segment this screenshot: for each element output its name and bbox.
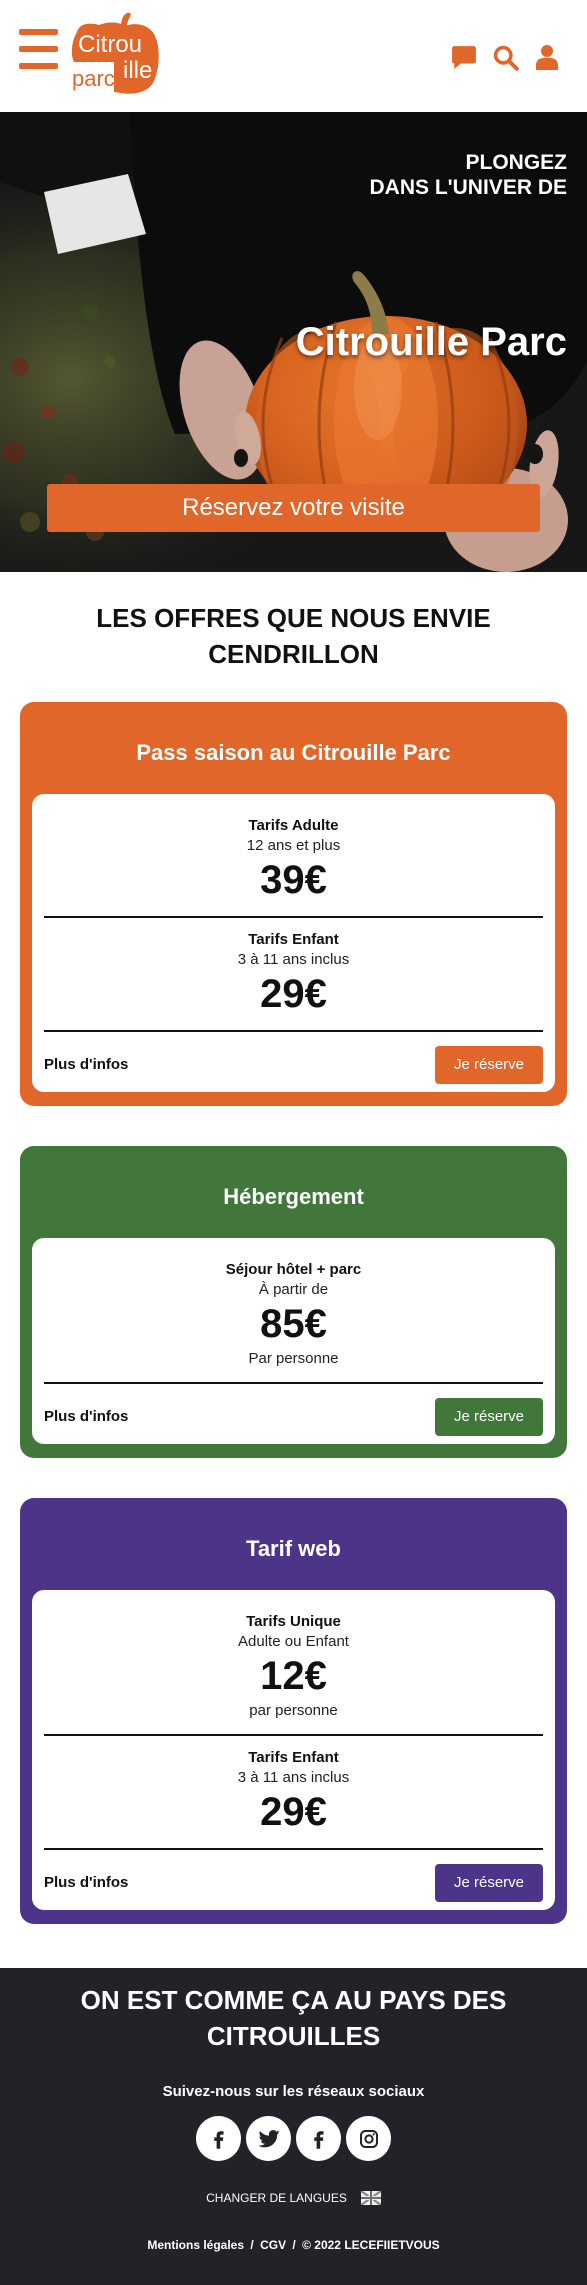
more-info-link[interactable]: Plus d'infos xyxy=(44,1873,128,1893)
tier-subtitle: 3 à 11 ans inclus xyxy=(237,951,350,968)
offer-card-body: Tarifs Unique Adulte ou Enfant 12€ par p… xyxy=(32,1590,555,1910)
tier-note: par personne xyxy=(249,1702,338,1719)
offer-card-actions: Plus d'infos Je réserve xyxy=(44,1032,543,1092)
offers-section: LES OFFRES QUE NOUS ENVIE CENDRILLON Pas… xyxy=(0,572,587,1924)
offer-card-web-rate: Tarif web Tarifs Unique Adulte ou Enfant… xyxy=(20,1498,567,1924)
tier-label: Tarifs Unique xyxy=(246,1613,341,1630)
tier-price: 85€ xyxy=(260,1302,327,1346)
offers-title-line-1: LES OFFRES QUE NOUS ENVIE xyxy=(96,603,491,633)
offer-card-title: Hébergement xyxy=(223,1184,364,1209)
tier-price: 39€ xyxy=(260,858,327,902)
reserve-button[interactable]: Je réserve xyxy=(435,1864,543,1902)
reserve-button[interactable]: Je réserve xyxy=(435,1398,543,1436)
price-tier: Séjour hôtel + parc À partir de 85€ Par … xyxy=(44,1248,543,1384)
more-info-link[interactable]: Plus d'infos xyxy=(44,1407,128,1427)
price-tier: Tarifs Enfant 3 à 11 ans inclus 29€ xyxy=(44,1736,543,1850)
price-tier: Tarifs Unique Adulte ou Enfant 12€ par p… xyxy=(44,1600,543,1736)
tier-subtitle: 12 ans et plus xyxy=(246,837,341,854)
hero-kicker-line-2: DANS L'UNIVER DE xyxy=(369,176,567,199)
offers-title-line-2: CENDRILLON xyxy=(208,639,379,669)
more-info-link[interactable]: Plus d'infos xyxy=(44,1055,128,1075)
hamburger-menu-icon[interactable] xyxy=(19,29,58,69)
offer-card-accommodation: Hébergement Séjour hôtel + parc À partir… xyxy=(20,1146,567,1458)
instagram-icon[interactable] xyxy=(346,2116,391,2161)
language-switcher-label: CHANGER DE LANGUES xyxy=(206,2191,347,2205)
citrouille-parc-logo[interactable]: Citrou ille parc xyxy=(68,12,160,95)
logo-stem xyxy=(121,12,131,26)
offer-card-body: Tarifs Adulte 12 ans et plus 39€ Tarifs … xyxy=(32,794,555,1092)
menu-bar xyxy=(19,29,58,35)
twitter-icon[interactable] xyxy=(246,2116,291,2161)
book-visit-button[interactable]: Réservez votre visite xyxy=(47,484,540,532)
terms-link[interactable]: CGV xyxy=(260,2238,286,2252)
footer-title-line-2: CITROUILLES xyxy=(206,2021,381,2051)
footer-title: ON EST COMME ÇA AU PAYS DES CITROUILLES xyxy=(0,1968,587,2054)
tier-label: Tarifs Adulte xyxy=(248,817,339,834)
footer-title-line-1: ON EST COMME ÇA AU PAYS DES xyxy=(80,1985,507,2015)
hero-title: Citrouille Parc xyxy=(295,320,567,364)
menu-bar xyxy=(19,63,58,69)
tier-note: Par personne xyxy=(248,1350,339,1367)
tier-subtitle: 3 à 11 ans inclus xyxy=(237,1769,350,1786)
logo-text-parc: parc xyxy=(72,66,115,91)
price-tier: Tarifs Adulte 12 ans et plus 39€ xyxy=(44,804,543,918)
facebook-icon[interactable] xyxy=(196,2116,241,2161)
offer-card-title: Tarif web xyxy=(246,1536,341,1561)
tier-price: 12€ xyxy=(260,1654,327,1698)
search-icon[interactable] xyxy=(492,44,519,71)
offers-title: LES OFFRES QUE NOUS ENVIE CENDRILLON xyxy=(0,572,587,672)
user-icon[interactable] xyxy=(536,44,558,70)
tier-price: 29€ xyxy=(260,1790,327,1834)
tier-label: Séjour hôtel + parc xyxy=(225,1261,362,1278)
tier-subtitle: Adulte ou Enfant xyxy=(238,1633,349,1650)
uk-flag-icon xyxy=(360,2191,381,2205)
offer-card-title: Pass saison au Citrouille Parc xyxy=(136,740,451,765)
legal-notice-link[interactable]: Mentions légales xyxy=(147,2238,244,2252)
offer-card-season-pass: Pass saison au Citrouille Parc Tarifs Ad… xyxy=(20,702,567,1106)
follow-us-label: Suivez-nous sur les réseaux sociaux xyxy=(162,2083,425,2100)
tier-price: 29€ xyxy=(260,972,327,1016)
offer-card-actions: Plus d'infos Je réserve xyxy=(44,1384,543,1444)
legal-separator: / xyxy=(292,2238,296,2252)
hero-kicker-line-1: PLONGEZ xyxy=(465,151,567,174)
tier-subtitle: À partir de xyxy=(258,1281,329,1298)
hero-kicker: PLONGEZ DANS L'UNIVER DE xyxy=(369,150,567,200)
reserve-button[interactable]: Je réserve xyxy=(435,1046,543,1084)
offer-card-actions: Plus d'infos Je réserve xyxy=(44,1850,543,1910)
menu-bar xyxy=(19,46,58,52)
legal-links: Mentions légales / CGV / © 2022 LECEFIIE… xyxy=(0,2235,587,2255)
copyright-text: © 2022 LECEFIIETVOUS xyxy=(302,2238,440,2252)
tier-label: Tarifs Enfant xyxy=(248,931,339,948)
social-links xyxy=(0,2116,587,2161)
tier-label: Tarifs Enfant xyxy=(248,1749,339,1766)
site-footer: ON EST COMME ÇA AU PAYS DES CITROUILLES … xyxy=(0,1968,587,2285)
site-header: Citrou ille parc xyxy=(0,0,587,112)
hero-banner: PLONGEZ DANS L'UNIVER DE Citrouille Parc… xyxy=(0,112,587,572)
facebook-icon[interactable] xyxy=(296,2116,341,2161)
legal-separator: / xyxy=(250,2238,254,2252)
price-tier: Tarifs Enfant 3 à 11 ans inclus 29€ xyxy=(44,918,543,1032)
offer-card-body: Séjour hôtel + parc À partir de 85€ Par … xyxy=(32,1238,555,1444)
logo-text-citrou: Citrou xyxy=(78,31,142,58)
language-switcher[interactable]: CHANGER DE LANGUES xyxy=(0,2188,587,2208)
logo-text-ille: ille xyxy=(123,57,152,84)
chat-bubble-icon[interactable] xyxy=(451,44,477,70)
